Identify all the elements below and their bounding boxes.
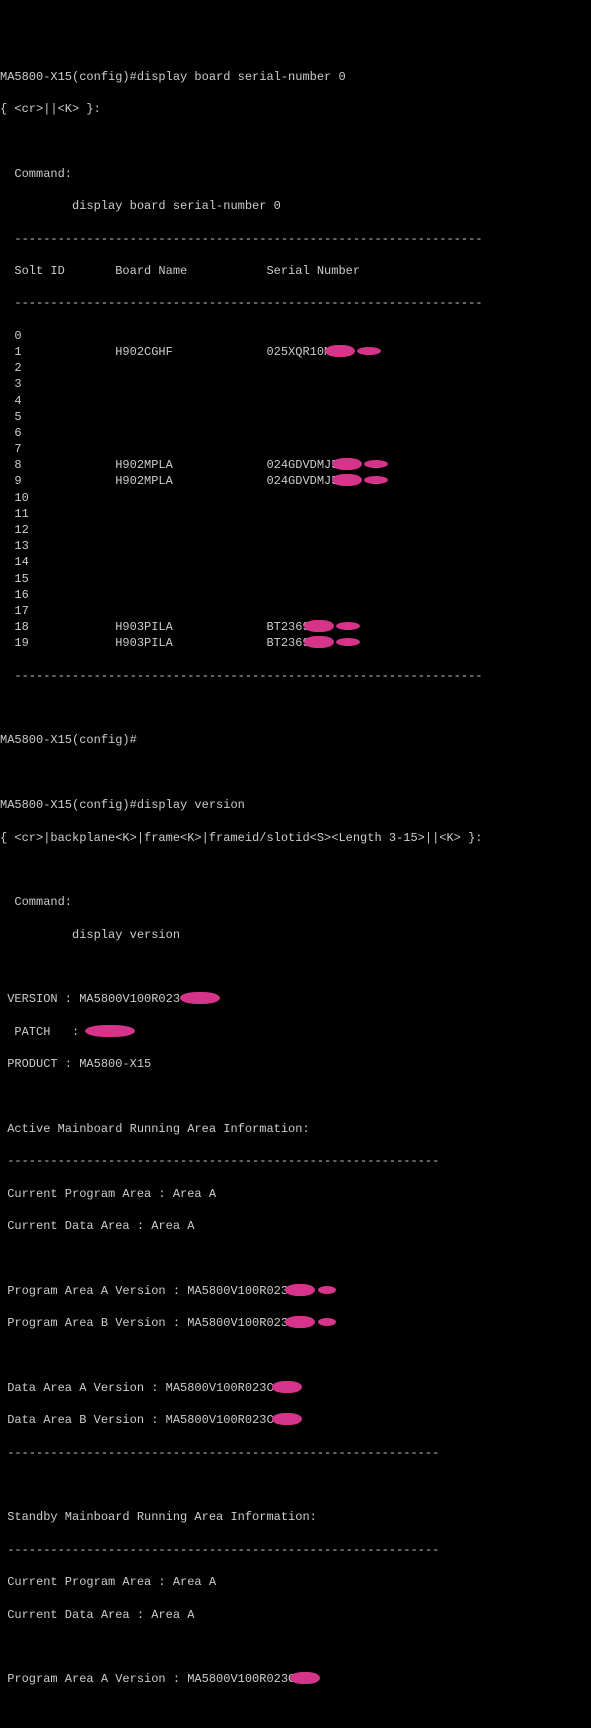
table-row: 3 [0,376,591,392]
blank [0,1639,591,1655]
program-area-a: Program Area A Version : MA5800V100R023C [0,1671,591,1687]
standby-header: Standby Mainboard Running Area Informati… [0,1509,591,1525]
table-row: 10 [0,490,591,506]
syntax-hint: { <cr>||<K> }: [0,101,591,117]
prompt-line: MA5800-X15(config)# [0,732,591,748]
blank [0,1348,591,1364]
table-row: 0 [0,328,591,344]
separator: ----------------------------------------… [0,1542,591,1558]
version-line: VERSION : MA5800V100R023 [0,991,591,1007]
prompt-line: MA5800-X15(config)#display board serial-… [0,69,591,85]
table-row: 6 [0,425,591,441]
table-row: 11 [0,506,591,522]
table-row: 1 H902CGHF 025XQR10M [0,344,591,360]
table-row: 16 [0,587,591,603]
program-area-a: Program Area A Version : MA5800V100R023 [0,1283,591,1299]
prompt-line: MA5800-X15(config)#display version [0,797,591,813]
table-row: 12 [0,522,591,538]
blank [0,862,591,878]
table-row: 14 [0,554,591,570]
table-row: 13 [0,538,591,554]
blank [0,134,591,150]
separator: ----------------------------------------… [0,1153,591,1169]
current-program: Current Program Area : Area A [0,1186,591,1202]
command-echo: display version [0,927,591,943]
table-row: 17 [0,603,591,619]
blank [0,1089,591,1105]
table-row: 2 [0,360,591,376]
program-area-b: Program Area B Version : MA5800V100R023 [0,1315,591,1331]
active-header: Active Mainboard Running Area Informatio… [0,1121,591,1137]
table-row: 7 [0,441,591,457]
separator: ----------------------------------------… [0,1445,591,1461]
current-program: Current Program Area : Area A [0,1574,591,1590]
table-row: 9 H902MPLA 024GDVDMJ5 [0,473,591,489]
table-header: Solt ID Board Name Serial Number [0,263,591,279]
current-data: Current Data Area : Area A [0,1218,591,1234]
blank [0,700,591,716]
table-row: 18 H903PILA BT2369 [0,619,591,635]
patch-line: PATCH : [0,1024,591,1040]
command-label: Command: [0,166,591,182]
syntax-hint: { <cr>|backplane<K>|frame<K>|frameid/slo… [0,830,591,846]
separator: ----------------------------------------… [0,231,591,247]
table-row: 4 [0,393,591,409]
table-row: 5 [0,409,591,425]
table-row: 8 H902MPLA 024GDVDMJ5 [0,457,591,473]
blank [0,765,591,781]
blank [0,1477,591,1493]
data-area-a: Data Area A Version : MA5800V100R023C [0,1380,591,1396]
blank [0,959,591,975]
blank [0,1250,591,1266]
current-data: Current Data Area : Area A [0,1607,591,1623]
separator: ----------------------------------------… [0,668,591,684]
product-line: PRODUCT : MA5800-X15 [0,1056,591,1072]
command-echo: display board serial-number 0 [0,198,591,214]
table-row: 15 [0,571,591,587]
data-area-b: Data Area B Version : MA5800V100R023C [0,1412,591,1428]
command-label: Command: [0,894,591,910]
table-row: 19 H903PILA BT2369 [0,635,591,651]
separator: ----------------------------------------… [0,295,591,311]
